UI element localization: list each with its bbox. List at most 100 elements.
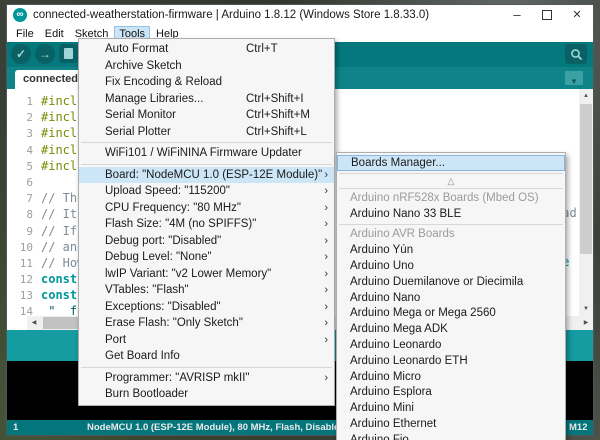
boards-item-arduino-duemilanove-or-diecimila[interactable]: Arduino Duemilanove or Diecimila [337, 275, 565, 291]
submenu-arrow-icon: › [324, 299, 328, 316]
menu-item-board-nodemcu-1-0-esp-12e-module[interactable]: Board: "NodeMCU 1.0 (ESP-12E Module)"› [79, 167, 334, 184]
menu-item-label: Get Board Info [105, 350, 180, 362]
vertical-scrollbar[interactable]: ▲ ▼ [579, 89, 593, 316]
boards-item-arduino-fio[interactable]: Arduino Fio [337, 433, 565, 440]
window-title: connected-weatherstation-firmware | Ardu… [33, 9, 429, 21]
boards-item-arduino-leonardo-eth[interactable]: Arduino Leonardo ETH [337, 354, 565, 370]
menu-item-label: Archive Sketch [105, 60, 182, 72]
boards-item-arduino-nano[interactable]: Arduino Nano [337, 291, 565, 307]
menu-item-label: Debug port: "Disabled" [105, 235, 221, 247]
menu-item-lwip-variant-v2-lower-memory[interactable]: lwIP Variant: "v2 Lower Memory" › [79, 266, 334, 283]
submenu-arrow-icon: › [324, 315, 328, 332]
minimize-button[interactable]: – [503, 5, 531, 26]
menu-item-serial-plotter[interactable]: Serial Plotter Ctrl+Shift+L [79, 124, 334, 141]
menu-item-label: Burn Bootloader [105, 388, 188, 400]
menu-item-wifi101-wifinina-firmware-updater[interactable]: WiFi101 / WiFiNINA Firmware Updater [79, 145, 334, 162]
menu-item-label: VTables: "Flash" [105, 284, 189, 296]
menu-item-upload-speed-115200[interactable]: Upload Speed: "115200"› [79, 183, 334, 200]
menu-item-fix-encoding-reload[interactable]: Fix Encoding & Reload [79, 74, 334, 91]
menu-item-serial-monitor[interactable]: Serial Monitor Ctrl+Shift+M [79, 107, 334, 124]
menu-separator [337, 171, 565, 176]
line-indicator: 1 [13, 420, 18, 435]
titlebar: ∞ connected-weatherstation-firmware | Ar… [7, 5, 593, 26]
line-number: 5 [13, 159, 33, 175]
menu-item-label: lwIP Variant: "v2 Lower Memory" [105, 268, 271, 280]
menu-item-label: Exceptions: "Disabled" [105, 301, 221, 313]
submenu-arrow-icon: › [324, 167, 328, 184]
submenu-scroll-up-icon[interactable]: △ [337, 176, 565, 186]
boards-item-arduino-esplora[interactable]: Arduino Esplora [337, 385, 565, 401]
menubar-item-edit[interactable]: Edit [41, 27, 68, 41]
menu-item-debug-port-disabled[interactable]: Debug port: "Disabled" › [79, 233, 334, 250]
menu-item-shortcut: Ctrl+Shift+L [246, 124, 307, 141]
submenu-arrow-icon: › [324, 200, 328, 217]
menu-item-shortcut: Ctrl+T [246, 41, 278, 58]
boards-item-arduino-nrf528x-boards-mbed-os: Arduino nRF528x Boards (Mbed OS) [337, 191, 565, 207]
menubar-item-file[interactable]: File [12, 27, 38, 41]
line-number: 2 [13, 110, 33, 126]
check-icon: ✓ [16, 48, 26, 60]
boards-item-arduino-mega-adk[interactable]: Arduino Mega ADK [337, 322, 565, 338]
line-number: 3 [13, 126, 33, 142]
menu-item-auto-format[interactable]: Auto Format Ctrl+T [79, 41, 334, 58]
magnifier-icon [570, 48, 583, 61]
menu-item-debug-level-none[interactable]: Debug Level: "None"› [79, 249, 334, 266]
desktop-background: ∞ connected-weatherstation-firmware | Ar… [0, 0, 600, 440]
menu-item-get-board-info[interactable]: Get Board Info [79, 348, 334, 365]
menu-item-programmer-avrisp-mkii[interactable]: Programmer: "AVRISP mkII"› [79, 370, 334, 387]
menu-item-port[interactable]: Port› [79, 332, 334, 349]
vertical-scrollbar-thumb[interactable] [580, 104, 592, 254]
menu-item-label: Serial Monitor [105, 109, 176, 121]
scroll-left-arrow-icon[interactable]: ◀ [27, 316, 41, 330]
boards-item-arduino-mega-or-mega-2560[interactable]: Arduino Mega or Mega 2560 [337, 306, 565, 322]
boards-item-arduino-nano-33-ble[interactable]: Arduino Nano 33 BLE [337, 207, 565, 223]
boards-item-arduino-micro[interactable]: Arduino Micro [337, 370, 565, 386]
submenu-arrow-icon: › [324, 332, 328, 349]
submenu-arrow-icon: › [324, 282, 328, 299]
menu-item-erase-flash-only-sketch[interactable]: Erase Flash: "Only Sketch"› [79, 315, 334, 332]
menu-item-manage-libraries[interactable]: Manage Libraries...Ctrl+Shift+I [79, 91, 334, 108]
menu-item-vtables-flash[interactable]: VTables: "Flash" › [79, 282, 334, 299]
boards-item-arduino-avr-boards: Arduino AVR Boards [337, 227, 565, 243]
menu-item-cpu-frequency-80-mhz[interactable]: CPU Frequency: "80 MHz"› [79, 200, 334, 217]
tools-menu: Auto Format Ctrl+T Archive Sketch Fix Encod… [78, 38, 335, 406]
line-number: 6 [13, 175, 33, 191]
close-button[interactable]: ✕ [563, 5, 591, 26]
menu-item-label: Auto Format [105, 43, 168, 55]
scroll-down-arrow-icon[interactable]: ▼ [579, 302, 593, 316]
scroll-right-arrow-icon[interactable]: ▶ [579, 316, 593, 330]
line-number: 12 [13, 272, 33, 288]
submenu-arrow-icon: › [324, 183, 328, 200]
verify-button[interactable]: ✓ [11, 44, 31, 64]
line-number: 10 [13, 240, 33, 256]
boards-item-arduino-mini[interactable]: Arduino Mini [337, 401, 565, 417]
boards-item-arduino-ethernet[interactable]: Arduino Ethernet [337, 417, 565, 433]
new-sketch-button[interactable] [59, 44, 78, 63]
submenu-arrow-icon: › [324, 233, 328, 250]
upload-button[interactable]: → [35, 44, 55, 64]
maximize-button[interactable] [533, 5, 561, 26]
boards-item-arduino-y-n[interactable]: Arduino Yún [337, 243, 565, 259]
maximize-icon [542, 10, 552, 20]
submenu-arrow-icon: › [324, 266, 328, 283]
chevron-down-icon: ▼ [570, 77, 578, 86]
scroll-up-arrow-icon[interactable]: ▲ [579, 89, 593, 103]
boards-item-arduino-leonardo[interactable]: Arduino Leonardo [337, 338, 565, 354]
menu-item-label: Serial Plotter [105, 126, 171, 138]
submenu-arrow-icon: › [324, 370, 328, 387]
menu-item-exceptions-disabled[interactable]: Exceptions: "Disabled" › [79, 299, 334, 316]
boards-item-boards-manager[interactable]: Boards Manager... [337, 155, 565, 171]
menu-item-burn-bootloader[interactable]: Burn Bootloader [79, 386, 334, 403]
serial-monitor-button[interactable] [565, 44, 587, 64]
port-text-fragment: M12 [569, 420, 587, 435]
menu-item-archive-sketch[interactable]: Archive Sketch [79, 58, 334, 75]
menu-item-label: Manage Libraries... [105, 93, 203, 105]
line-number: 8 [13, 207, 33, 223]
document-icon [64, 48, 73, 59]
menu-item-shortcut: Ctrl+Shift+M [246, 107, 310, 124]
menu-item-flash-size-4m-no-spiffs[interactable]: Flash Size: "4M (no SPIFFS)"› [79, 216, 334, 233]
boards-submenu: Boards Manager... △ Arduino nRF528x Boards… [336, 152, 566, 440]
tab-list-dropdown-button[interactable]: ▼ [565, 71, 583, 85]
submenu-arrow-icon: › [324, 216, 328, 233]
boards-item-arduino-uno[interactable]: Arduino Uno [337, 259, 565, 275]
